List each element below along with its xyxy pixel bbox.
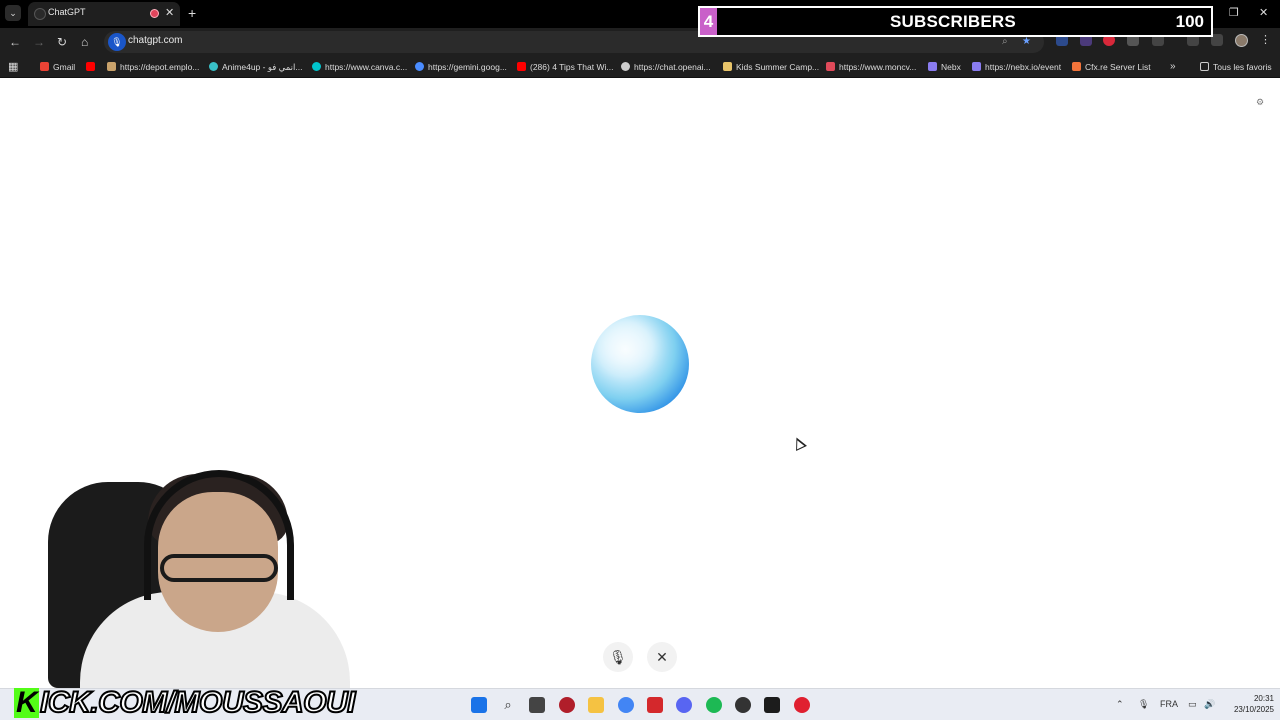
bookmark-label: Kids Summer Camp... — [736, 62, 820, 72]
subscriber-label: SUBSCRIBERS — [890, 12, 1016, 31]
bookmark-youtube[interactable] — [86, 60, 99, 74]
app-icon[interactable] — [559, 697, 575, 713]
menu-kebab-icon[interactable]: ⋮ — [1260, 34, 1272, 46]
bookmark-depot[interactable]: https://depot.emplo... — [107, 60, 199, 74]
bookmark-anime4up[interactable]: Anime4up - انمي فو... — [209, 60, 302, 74]
recording-indicator-icon — [150, 9, 159, 18]
subscriber-count: 4 — [700, 8, 717, 35]
windows-start-icon[interactable] — [471, 697, 487, 713]
bookmarks-bar: ▦ Gmail https://depot.emplo... Anime4up … — [0, 56, 1280, 78]
globe-icon — [107, 62, 116, 71]
bookmark-youtube-video[interactable]: (286) 4 Tips That Wi... — [517, 60, 613, 74]
bookmark-label: https://depot.emplo... — [120, 62, 200, 72]
file-explorer-icon[interactable] — [588, 697, 604, 713]
system-clock[interactable]: 20:31 23/10/2025 — [1222, 693, 1274, 715]
bookmark-gmail[interactable]: Gmail — [40, 60, 75, 74]
app-icon[interactable] — [764, 697, 780, 713]
tab-chatgpt[interactable]: ChatGPT ✕ — [28, 2, 180, 26]
bookmark-moncv[interactable]: https://www.moncv... — [826, 60, 916, 74]
forward-icon[interactable]: → — [33, 34, 45, 50]
mute-microphone-button[interactable]: 🎙 — [603, 642, 633, 672]
bookmark-label: Cfx.re Server List — [1085, 62, 1151, 72]
discord-icon[interactable] — [676, 697, 692, 713]
app-icon[interactable] — [647, 697, 663, 713]
volume-icon[interactable]: 🔊 — [1204, 699, 1215, 710]
chrome-icon[interactable] — [618, 697, 634, 713]
tab-close-icon[interactable]: ✕ — [165, 6, 174, 19]
obs-icon[interactable] — [735, 697, 751, 713]
bookmark-label: Anime4up - انمي فو... — [222, 62, 303, 72]
stream-channel-label: K ICK.COM/MOUSSAOUI — [14, 686, 357, 719]
bookmark-kids-camp[interactable]: Kids Summer Camp... — [723, 60, 819, 74]
bookmark-label: Nebx — [941, 62, 961, 72]
bookmark-nebx[interactable]: Nebx — [928, 60, 961, 74]
back-icon[interactable]: ← — [9, 34, 21, 50]
close-icon: ✕ — [656, 649, 668, 665]
voice-settings-icon[interactable]: ⚙ — [1256, 97, 1264, 108]
bookmark-label: https://www.moncv... — [839, 62, 917, 72]
microphone-icon: 🎙 — [609, 649, 627, 665]
tab-title: ChatGPT — [48, 7, 86, 17]
gemini-icon — [415, 62, 424, 71]
subscriber-goal-overlay: 4 SUBSCRIBERS 100 — [698, 6, 1213, 37]
bookmark-cfx[interactable]: Cfx.re Server List — [1072, 60, 1151, 74]
bookmark-label: (286) 4 Tips That Wi... — [530, 62, 614, 72]
youtube-icon — [517, 62, 526, 71]
profile-avatar[interactable] — [1235, 34, 1248, 47]
bookmark-label: https://www.canva.c... — [325, 62, 408, 72]
screen: ⌄ ChatGPT ✕ + ❐ ✕ 4 SUBSCRIBERS 100 ← → … — [0, 0, 1280, 720]
voice-orb-highlight — [596, 319, 656, 369]
all-bookmarks-folder[interactable]: Tous les favoris — [1200, 60, 1272, 74]
language-indicator[interactable]: FRA — [1160, 699, 1178, 709]
task-view-icon[interactable] — [529, 697, 545, 713]
more-bookmarks-icon[interactable]: » — [1170, 60, 1176, 74]
webcam-overlay — [40, 462, 360, 688]
kick-logo-icon: K — [14, 686, 40, 719]
zoom-icon[interactable]: ⌕ — [1002, 36, 1008, 47]
network-icon[interactable]: ▭ — [1188, 699, 1197, 710]
page-icon — [723, 62, 732, 71]
folder-icon — [1200, 62, 1209, 71]
bookmark-nebx-event[interactable]: https://nebx.io/event — [972, 60, 1061, 74]
bookmark-openai[interactable]: https://chat.openai... — [621, 60, 711, 74]
all-bookmarks-label: Tous les favoris — [1213, 62, 1272, 72]
anime-icon — [209, 62, 218, 71]
clock-time: 20:31 — [1253, 694, 1274, 703]
close-window-icon[interactable]: ✕ — [1259, 6, 1268, 19]
bookmark-label: Gmail — [53, 62, 76, 72]
nebx-icon — [972, 62, 981, 71]
nebx-icon — [928, 62, 937, 71]
spotify-icon[interactable] — [706, 697, 722, 713]
clock-date: 23/10/2025 — [1233, 705, 1274, 714]
channel-url: ICK.COM/MOUSSAOUI — [39, 686, 356, 719]
show-hidden-icons-icon[interactable]: ⌃ — [1116, 699, 1124, 710]
search-icon[interactable]: ⌕ — [500, 697, 516, 713]
site-microphone-icon[interactable]: 🎙 — [108, 33, 126, 51]
bookmark-canva[interactable]: https://www.canva.c... — [312, 60, 407, 74]
tab-search-icon[interactable]: ⌄ — [5, 5, 21, 21]
address-url: chatgpt.com — [128, 35, 183, 46]
microphone-tray-icon[interactable]: 🎙 — [1138, 699, 1149, 710]
chatgpt-favicon-icon — [34, 8, 46, 20]
bookmark-label: https://gemini.goog... — [428, 62, 507, 72]
end-voice-button[interactable]: ✕ — [647, 642, 677, 672]
bookmark-label: https://chat.openai... — [634, 62, 711, 72]
gmail-icon — [40, 62, 49, 71]
reload-icon[interactable]: ↻ — [57, 34, 67, 50]
restore-window-icon[interactable]: ❐ — [1229, 6, 1239, 19]
cfx-icon — [1072, 62, 1081, 71]
apps-grid-icon[interactable]: ▦ — [8, 60, 18, 74]
bookmark-star-icon[interactable]: ★ — [1022, 36, 1031, 47]
new-tab-button[interactable]: + — [188, 5, 196, 21]
openai-icon — [621, 62, 630, 71]
bookmark-gemini[interactable]: https://gemini.goog... — [415, 60, 507, 74]
home-icon[interactable]: ⌂ — [81, 34, 88, 50]
canva-icon — [312, 62, 321, 71]
bookmark-label: https://nebx.io/event — [985, 62, 1062, 72]
app-icon[interactable] — [794, 697, 810, 713]
moncv-icon — [826, 62, 835, 71]
youtube-icon — [86, 62, 95, 71]
subscriber-goal: 100 — [1175, 12, 1204, 31]
